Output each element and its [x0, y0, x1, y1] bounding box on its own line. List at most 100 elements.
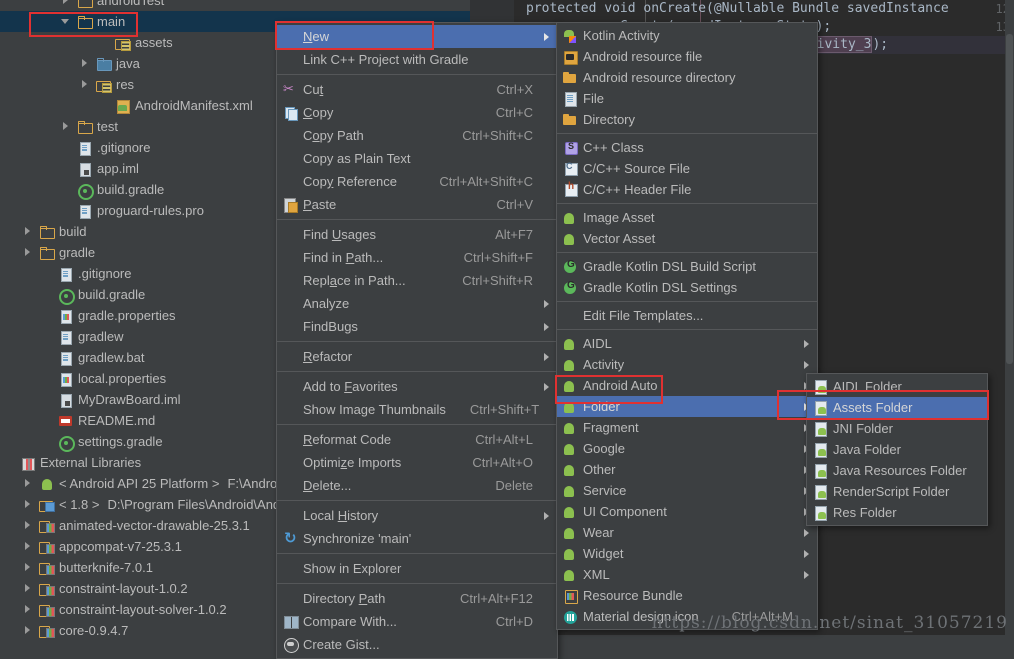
folder-icon [561, 70, 581, 86]
folder-file-icon [811, 484, 831, 500]
menu-item-label: Link C++ Project with Gradle [303, 52, 469, 67]
menu-item-gradle-kotlin-dsl-settings[interactable]: Gradle Kotlin DSL Settings [557, 277, 817, 298]
menu-item-copy-as-plain-text[interactable]: Copy as Plain Text [277, 147, 557, 170]
chevron-right-icon[interactable] [61, 0, 72, 6]
menu-item-add-to-favorites[interactable]: Add to Favorites [277, 375, 557, 398]
source-folder-icon [96, 56, 112, 72]
menu-item-analyze[interactable]: Analyze [277, 292, 557, 315]
menu-item-folder[interactable]: Folder [557, 396, 817, 417]
menu-item-renderscript-folder[interactable]: RenderScript Folder [807, 481, 987, 502]
markdown-file-icon [58, 413, 74, 429]
chevron-right-icon[interactable] [23, 520, 34, 531]
menu-item-image-asset[interactable]: Image Asset [557, 207, 817, 228]
library-icon [39, 560, 55, 576]
menu-item-google[interactable]: Google [557, 438, 817, 459]
menu-item-kotlin-activity[interactable]: Kotlin Activity [557, 25, 817, 46]
menu-item-c-c++-source-file[interactable]: C/C++ Source File [557, 158, 817, 179]
chevron-right-icon[interactable] [23, 583, 34, 594]
chevron-right-icon[interactable] [23, 226, 34, 237]
menu-item-edit-file-templates[interactable]: Edit File Templates... [557, 305, 817, 326]
menu-item-android-resource-file[interactable]: Android resource file [557, 46, 817, 67]
menu-item-copy-reference[interactable]: Copy Reference Ctrl+Alt+Shift+C [277, 170, 557, 193]
menu-item-label: Add to Favorites [303, 379, 398, 394]
menu-item-aidl[interactable]: AIDL [557, 333, 817, 354]
menu-item-local-history[interactable]: Local History [277, 504, 557, 527]
scrollbar-thumb[interactable] [1006, 34, 1013, 364]
menu-item-show-in-explorer[interactable]: Show in Explorer [277, 557, 557, 580]
menu-item-java-folder[interactable]: Java Folder [807, 439, 987, 460]
menu-item-service[interactable]: Service [557, 480, 817, 501]
folder-submenu[interactable]: AIDL Folder Assets Folder JNI Folder Java F… [806, 373, 988, 526]
menu-item-shortcut: Ctrl+X [496, 82, 533, 97]
menu-item-copy[interactable]: Copy Ctrl+C [277, 101, 557, 124]
menu-item-new[interactable]: New [277, 25, 557, 48]
chevron-down-icon[interactable] [61, 16, 72, 27]
tree-scrollbar[interactable] [1005, 0, 1014, 635]
menu-item-cut[interactable]: Cut Ctrl+X [277, 78, 557, 101]
chevron-right-icon[interactable] [61, 121, 72, 132]
menu-item-directory[interactable]: Directory [557, 109, 817, 130]
chevron-right-icon[interactable] [23, 499, 34, 510]
menu-item-assets-folder[interactable]: Assets Folder [807, 397, 987, 418]
menu-item-show-image-thumbnails[interactable]: Show Image Thumbnails Ctrl+Shift+T [277, 398, 557, 421]
menu-item-copy-path[interactable]: Copy Path Ctrl+Shift+C [277, 124, 557, 147]
menu-item-optimize-imports[interactable]: Optimize Imports Ctrl+Alt+O [277, 451, 557, 474]
sync-icon [281, 529, 301, 547]
menu-item-jni-folder[interactable]: JNI Folder [807, 418, 987, 439]
chevron-right-icon[interactable] [80, 58, 91, 69]
new-submenu[interactable]: Kotlin Activity Android resource file Andr… [556, 22, 818, 630]
chevron-right-icon[interactable] [23, 625, 34, 636]
menu-item-file[interactable]: File [557, 88, 817, 109]
chevron-right-icon[interactable] [23, 247, 34, 258]
menu-item-widget[interactable]: Widget [557, 543, 817, 564]
chevron-right-icon[interactable] [80, 79, 91, 90]
chevron-right-icon[interactable] [23, 541, 34, 552]
tree-item-label: proguard-rules.pro [97, 203, 204, 218]
menu-item-label: Android resource file [583, 49, 703, 64]
menu-item-java-resources-folder[interactable]: Java Resources Folder [807, 460, 987, 481]
menu-item-res-folder[interactable]: Res Folder [807, 502, 987, 523]
chevron-right-icon[interactable] [23, 562, 34, 573]
context-menu[interactable]: New Link C++ Project with Gradle Cut Ctrl+X… [276, 22, 558, 659]
menu-item-delete[interactable]: Delete... Delete [277, 474, 557, 497]
menu-item-compare-with[interactable]: Compare With... Ctrl+D [277, 610, 557, 633]
menu-item-create-gist[interactable]: Create Gist... [277, 633, 557, 656]
chevron-right-icon[interactable] [23, 604, 34, 615]
menu-item-c++-class[interactable]: C++ Class [557, 137, 817, 158]
menu-item-paste[interactable]: Paste Ctrl+V [277, 193, 557, 216]
menu-item-other[interactable]: Other [557, 459, 817, 480]
menu-item-reformat-code[interactable]: Reformat Code Ctrl+Alt+L [277, 428, 557, 451]
menu-item-label: Find Usages [303, 227, 376, 242]
menu-item-aidl-folder[interactable]: AIDL Folder [807, 376, 987, 397]
menu-item-ui-component[interactable]: UI Component [557, 501, 817, 522]
menu-item-wear[interactable]: Wear [557, 522, 817, 543]
menu-item-resource-bundle[interactable]: Resource Bundle [557, 585, 817, 606]
chevron-right-icon[interactable] [23, 478, 34, 489]
jdk-icon [39, 497, 55, 513]
menu-item-link-c++-project-with-gradle[interactable]: Link C++ Project with Gradle [277, 48, 557, 71]
menu-item-findbugs[interactable]: FindBugs [277, 315, 557, 338]
menu-arrow-spacer [801, 94, 811, 104]
android-icon [561, 504, 581, 520]
menu-item-android-resource-directory[interactable]: Android resource directory [557, 67, 817, 88]
menu-item-find-usages[interactable]: Find Usages Alt+F7 [277, 223, 557, 246]
code-line: protected void onCreate(@Nullable Bundle… [526, 1, 949, 16]
android-icon [561, 525, 581, 541]
menu-item-android-auto[interactable]: Android Auto [557, 375, 817, 396]
menu-item-label: XML [583, 567, 610, 582]
menu-item-directory-path[interactable]: Directory Path Ctrl+Alt+F12 [277, 587, 557, 610]
menu-item-c-c++-header-file[interactable]: C/C++ Header File [557, 179, 817, 200]
menu-item-gradle-kotlin-dsl-build-script[interactable]: Gradle Kotlin DSL Build Script [557, 256, 817, 277]
menu-item-synchronize-main[interactable]: Synchronize 'main' [277, 527, 557, 550]
menu-item-replace-in-path[interactable]: Replace in Path... Ctrl+Shift+R [277, 269, 557, 292]
tree-item-androidtest[interactable]: androidTest [0, 0, 470, 11]
menu-item-xml[interactable]: XML [557, 564, 817, 585]
menu-item-activity[interactable]: Activity [557, 354, 817, 375]
menu-item-refactor[interactable]: Refactor [277, 345, 557, 368]
menu-item-find-in-path[interactable]: Find in Path... Ctrl+Shift+F [277, 246, 557, 269]
menu-item-vector-asset[interactable]: Vector Asset [557, 228, 817, 249]
android-icon [561, 378, 581, 394]
menu-item-fragment[interactable]: Fragment [557, 417, 817, 438]
